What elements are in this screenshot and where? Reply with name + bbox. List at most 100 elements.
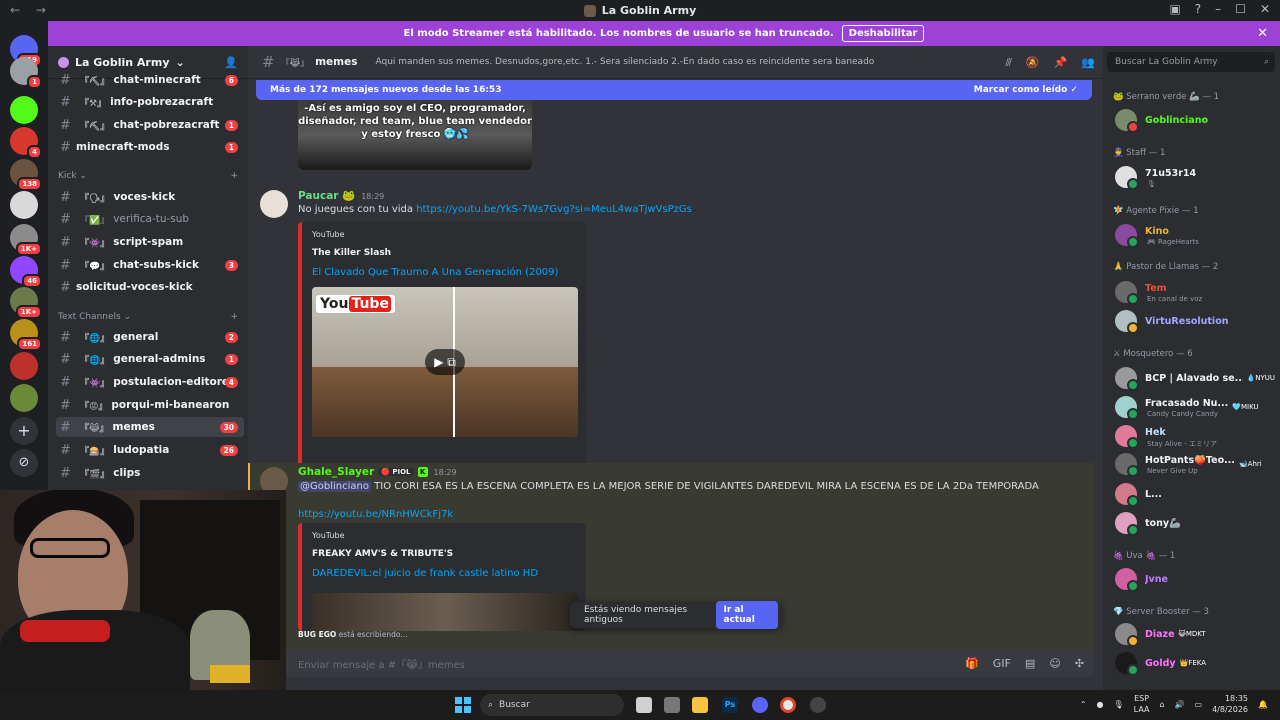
channel-minecraft-mods[interactable]: # minecraft-mods 1: [56, 137, 244, 157]
member-item[interactable]: Kino 🎮 RageHearts: [1107, 221, 1275, 249]
guild-icon-kick[interactable]: [10, 96, 38, 124]
mark-read-button[interactable]: Marcar como leído ✓: [974, 85, 1078, 95]
guild-icon-server[interactable]: [10, 352, 38, 380]
pin-icon[interactable]: 📌: [1054, 56, 1068, 70]
guild-icon-server[interactable]: 1K+: [10, 224, 42, 256]
volume-icon[interactable]: 🔊: [1175, 700, 1185, 709]
gif-icon[interactable]: GIF: [993, 657, 1011, 670]
taskbar-search[interactable]: ⌕ Buscar: [480, 694, 624, 716]
play-icon[interactable]: ▶ ⧉: [425, 349, 465, 375]
member-item[interactable]: VirtuResolution: [1107, 307, 1275, 335]
help-icon[interactable]: ?: [1195, 2, 1201, 16]
member-item[interactable]: BCP | Alavado se... 💧NYUU: [1107, 364, 1275, 392]
discover-icon[interactable]: ⊘: [10, 449, 38, 477]
message-input[interactable]: Enviar mensaje a #『😹』memes 🎁 GIF ▤ ☺ ✣: [286, 649, 1094, 677]
chrome-icon[interactable]: [780, 697, 796, 713]
member-item[interactable]: Fracasado Nu... 🩵MIKU Candy Candy Candy: [1107, 393, 1275, 421]
category-kick[interactable]: Kick ⌄ +: [58, 171, 238, 181]
close-icon[interactable]: ✕: [1257, 26, 1268, 41]
channel-ludopatia[interactable]: # 『🎰』 ludopatia 26: [56, 440, 244, 460]
embed-author[interactable]: The Killer Slash: [312, 248, 391, 258]
windows-start-icon[interactable]: [455, 697, 471, 713]
video-thumbnail[interactable]: [312, 593, 578, 631]
member-item[interactable]: Goldy 👑FEKA: [1107, 649, 1275, 677]
member-list-icon[interactable]: 👥: [1081, 56, 1095, 70]
guild-icon-user[interactable]: 1: [10, 57, 42, 89]
guild-icon-server[interactable]: 4: [10, 127, 42, 159]
channel-general[interactable]: # 『🌐』 general 2: [56, 327, 244, 347]
disable-streamer-button[interactable]: Deshabilitar: [841, 25, 925, 42]
emoji-icon[interactable]: ☺: [1049, 657, 1060, 670]
guild-icon-server[interactable]: 161: [10, 319, 42, 351]
inbox-icon[interactable]: ▣: [1169, 2, 1180, 16]
guild-icon-server[interactable]: 138: [10, 159, 42, 191]
mute-bell-icon[interactable]: 🔕: [1026, 56, 1040, 70]
embed-title[interactable]: El Clavado Que Traumo A Una Generación (…: [312, 267, 558, 278]
close-window-button[interactable]: ✕: [1260, 2, 1270, 16]
channel-memes[interactable]: # 『😹』 memes 30: [56, 417, 244, 437]
member-item[interactable]: 71u53r14 🎙: [1107, 163, 1275, 191]
user-mention[interactable]: @Goblinciano: [298, 481, 371, 492]
member-item[interactable]: L...: [1107, 480, 1275, 508]
username[interactable]: Ghale_Slayer 🔴 PIOL K 18:29: [298, 466, 457, 478]
channel-solicitud-voces-kick[interactable]: # solicitud-voces-kick: [56, 277, 244, 297]
tray-app-icon[interactable]: ●: [1097, 700, 1104, 709]
maximize-button[interactable]: ☐: [1235, 2, 1246, 16]
add-channel-icon[interactable]: +: [230, 171, 238, 181]
jump-to-present-button[interactable]: Ir al actual: [715, 601, 778, 629]
member-item[interactable]: HotPants🍑Teo... 🐋Ahri Never Give Up: [1107, 450, 1275, 478]
guild-icon-server[interactable]: 1K+: [10, 287, 42, 319]
threads-icon[interactable]: ⫻: [1005, 56, 1012, 70]
history-nav-arrows[interactable]: ← →: [10, 3, 52, 17]
member-item[interactable]: tony🦾: [1107, 509, 1275, 537]
member-item[interactable]: Goblinciano: [1107, 106, 1275, 134]
avatar[interactable]: [260, 190, 288, 218]
member-item[interactable]: Tem En canal de voz: [1107, 278, 1275, 306]
app-icon[interactable]: [664, 697, 680, 713]
member-item[interactable]: Jvne: [1107, 565, 1275, 593]
photoshop-icon[interactable]: Ps: [722, 697, 738, 713]
channel-general-admins[interactable]: # 『🌐』 general-admins 1: [56, 349, 244, 369]
gift-icon[interactable]: 🎁: [965, 657, 979, 670]
embed-title[interactable]: DAREDEVIL:el juicio de frank castle lati…: [312, 568, 538, 579]
embed-author[interactable]: FREAKY AMV'S & TRIBUTE'S: [312, 549, 453, 559]
sticker-icon[interactable]: ▤: [1025, 657, 1035, 670]
task-view-icon[interactable]: [636, 697, 652, 713]
channel-postulacion-editores[interactable]: # 『👾』 postulacion-editores 4: [56, 372, 244, 392]
battery-icon[interactable]: ▭: [1195, 700, 1203, 709]
language-indicator[interactable]: ESP LAA: [1134, 693, 1150, 715]
add-server-icon[interactable]: +: [10, 417, 38, 445]
guild-icon-server[interactable]: [10, 191, 38, 219]
video-thumbnail[interactable]: You Tube ▶ ⧉: [312, 287, 578, 437]
new-messages-bar[interactable]: Más de 172 mensajes nuevos desde las 16:…: [256, 80, 1092, 100]
apps-icon[interactable]: ✣: [1075, 657, 1084, 670]
network-icon[interactable]: ⌂: [1159, 700, 1164, 709]
member-item[interactable]: Diaze 😺MDKT: [1107, 620, 1275, 648]
minimize-button[interactable]: –: [1215, 2, 1221, 16]
channel-voces-kick[interactable]: # 『🗣』 voces-kick: [56, 187, 244, 207]
channel-porqui-mi-banearon[interactable]: # 『😡』 porqui-mi-banearon: [56, 395, 244, 415]
chevron-up-icon[interactable]: ⌃: [1080, 700, 1087, 709]
message-link[interactable]: https://youtu.be/NRnHWCkFj7k: [298, 509, 453, 520]
category-text-channels[interactable]: Text Channels ⌄ +: [58, 312, 238, 322]
file-explorer-icon[interactable]: [692, 697, 708, 713]
app-icon-2[interactable]: [810, 697, 826, 713]
notification-icon[interactable]: 🔔: [1258, 700, 1268, 709]
search-input[interactable]: Buscar La Goblin Army ⌕: [1107, 52, 1275, 72]
add-channel-icon[interactable]: +: [230, 312, 238, 322]
channel-verifica-tu-sub[interactable]: # 『✅』 verifica-tu-sub: [56, 209, 244, 229]
add-member-icon[interactable]: 👤: [224, 56, 238, 69]
channel-clips[interactable]: # 『🎬』 clips: [56, 463, 244, 483]
username[interactable]: Paucar 🐸 18:29: [298, 189, 384, 202]
mic-icon[interactable]: 🎙: [1114, 700, 1124, 709]
member-item[interactable]: Hek Stay Alive - エミリア: [1107, 422, 1275, 450]
channel-chat-minecraft[interactable]: # 『⛏』 chat-minecraft 6: [56, 70, 244, 90]
channel-topic[interactable]: Aqui manden sus memes. Desnudos,gore,etc…: [375, 57, 874, 67]
channel-chat-subs-kick[interactable]: # 『💬』 chat-subs-kick 3: [56, 255, 244, 275]
channel-chat-pobrezacraft[interactable]: # 『⛏』 chat-pobrezacraft 1: [56, 115, 244, 135]
guild-icon-server[interactable]: [10, 384, 38, 412]
channel-script-spam[interactable]: # 『👾』 script-spam: [56, 232, 244, 252]
channel-info-pobrezacraft[interactable]: # 『⚒』 info-pobrezacraft: [56, 92, 244, 112]
guild-icon-twitch[interactable]: 46: [10, 256, 42, 288]
discord-icon[interactable]: [752, 697, 768, 713]
